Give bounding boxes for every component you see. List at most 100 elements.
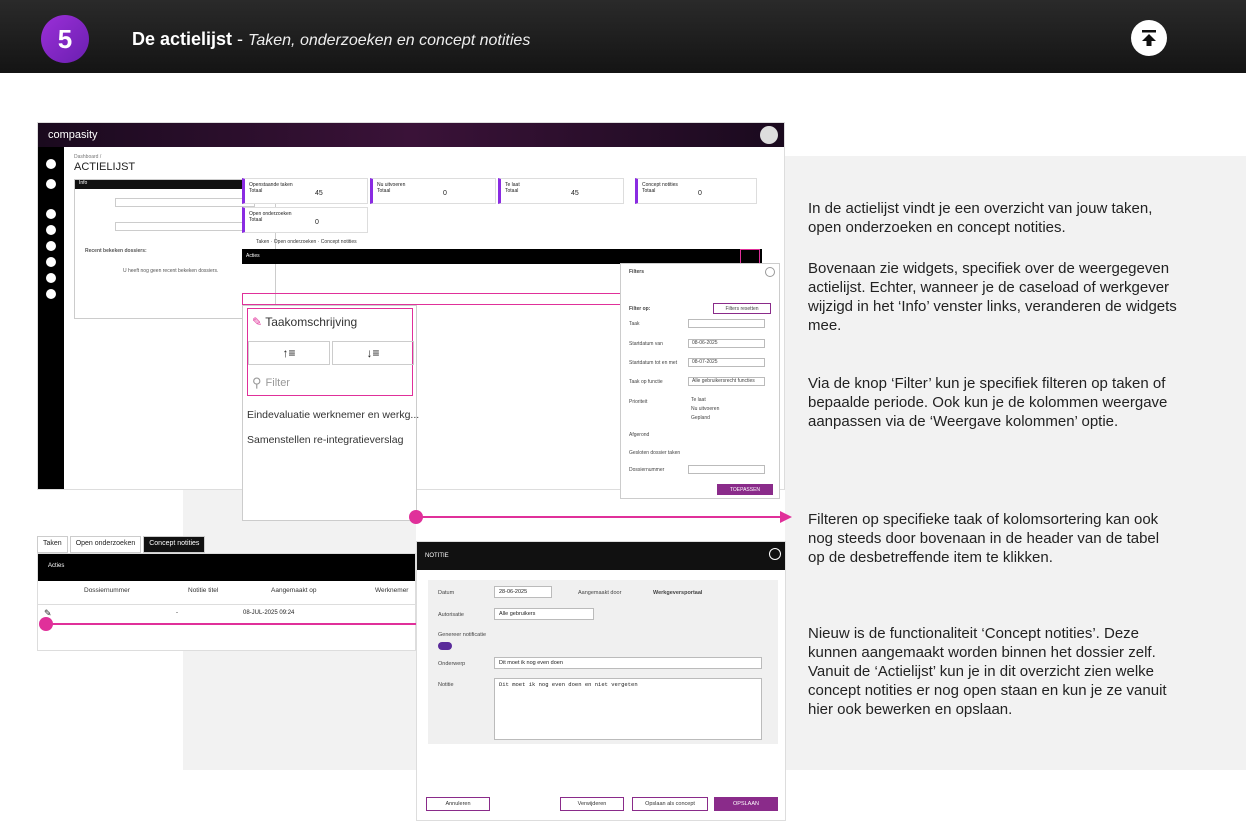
app-topbar: compasity (38, 123, 784, 147)
priority-checkbox[interactable]: Te laat (691, 397, 706, 403)
column-panel-header: ✎ Taakomschrijving ↑≡ ↓≡ ⚲ Filter (247, 308, 414, 396)
actions-menu[interactable]: Acties (38, 554, 415, 581)
employer-select[interactable] (115, 198, 255, 207)
list-item[interactable]: Eindevaluatie werknemer en werkg... (247, 409, 419, 421)
note-form: Datum 28-06-2025 Aangemaakt door Werkgev… (428, 580, 778, 744)
pointer-line (416, 516, 786, 518)
widget-sub: Totaal (249, 188, 263, 194)
closed-dossier-label: Gesloten dossier taken (629, 450, 681, 456)
close-icon[interactable] (769, 548, 781, 560)
startdate-to-field[interactable]: 08-07-2025 (688, 358, 765, 367)
auth-label: Autorisatie (438, 612, 464, 618)
filters-title: Filters (629, 269, 645, 275)
nav-icon-tasks[interactable] (46, 225, 56, 235)
list-item[interactable]: Samenstellen re-integratieverslag (247, 434, 403, 446)
widget-value: 0 (443, 190, 447, 197)
title-italic: Taken, onderzoeken en concept notities (248, 32, 531, 49)
paragraph-intro: In de actielijst vindt je een overzicht … (808, 200, 1153, 236)
taak-select[interactable] (688, 319, 765, 328)
datum-field[interactable]: 28-06-2025 (494, 586, 552, 598)
nav-icon-people[interactable] (46, 179, 56, 189)
widget-open-tasks[interactable]: Openstaande taken Totaal 45 (242, 178, 368, 204)
column-title: Taakomschrijving (265, 315, 358, 329)
widget-value: 45 (315, 190, 323, 197)
dossier-number-field[interactable] (688, 465, 765, 474)
nav-icon-user[interactable] (46, 273, 56, 283)
row-title: - (176, 610, 178, 616)
table-row[interactable]: ✎ - 08-JUL-2025 09:24 (38, 604, 417, 622)
header-bar: 5 De actielijst - Taken, onderzoeken en … (0, 0, 1246, 73)
nav-icon-reports[interactable] (46, 257, 56, 267)
note-textarea[interactable]: Dit moet ik nog even doen en niet verget… (494, 678, 762, 740)
tab-taken[interactable]: Taken (37, 536, 68, 553)
caseload-select[interactable] (115, 222, 255, 231)
sort-descending-button[interactable]: ↓≡ (332, 341, 414, 365)
note-dialog-title: NOTITIE (417, 542, 785, 570)
widget-nu-uitvoeren[interactable]: Nu uitvoeren Totaal 0 (370, 178, 496, 204)
column-aangemaakt-op[interactable]: Aangemaakt op (271, 587, 317, 594)
tab-open-onderzoeken[interactable]: Open onderzoeken (274, 239, 317, 245)
column-header-highlight[interactable] (242, 293, 622, 305)
column-dossiernummer[interactable]: Dossiernummer (84, 587, 130, 594)
nav-icon-dossier[interactable] (46, 209, 56, 219)
arrow-up-to-line-icon[interactable] (1131, 20, 1167, 56)
actions-menu[interactable]: Acties (246, 253, 260, 259)
paragraph-concept: Nieuw is de functionaliteit ‘Concept not… (808, 625, 1167, 718)
paragraph-filter: Via de knop ‘Filter’ kun je specifiek fi… (808, 375, 1168, 430)
auth-select[interactable]: Alle gebruikers (494, 608, 594, 620)
avatar[interactable] (760, 126, 778, 144)
filter-taak-label: Taak (629, 321, 640, 327)
save-concept-button[interactable]: Opslaan als concept (632, 797, 708, 811)
tab-concept-notities[interactable]: Concept notities (143, 536, 206, 553)
widget-sub: Totaal (505, 188, 519, 194)
table-actions-bar: Acties (242, 249, 762, 264)
nav-icon-settings[interactable] (46, 289, 56, 299)
subject-field[interactable]: Dit moet ik nog even doen (494, 657, 762, 669)
startdate-from-field[interactable]: 08-06-2025 (688, 339, 765, 348)
column-werknemer[interactable]: Werknemer (375, 587, 408, 594)
filter-button[interactable] (740, 249, 760, 264)
nav-icon-calendar[interactable] (46, 241, 56, 251)
recent-title: Recent bekeken dossiers: (85, 248, 147, 254)
pointer-line (46, 623, 430, 625)
delete-button[interactable]: Verwijderen (560, 797, 624, 811)
reset-filters-button[interactable]: Filters resetten (713, 303, 771, 314)
widget-sub: Totaal (249, 217, 263, 223)
widget-sub: Totaal (377, 188, 391, 194)
dossier-number-label: Dossiernummer (629, 467, 665, 473)
row-created: 08-JUL-2025 09:24 (243, 610, 295, 616)
step-badge: 5 (41, 15, 89, 63)
tab-concept-notities[interactable]: Concept notities (321, 239, 357, 245)
sort-ascending-button[interactable]: ↑≡ (248, 341, 330, 365)
screen-title: ACTIELIJST (74, 161, 136, 173)
created-by-label: Aangemaakt door (578, 590, 622, 596)
widget-open-onderzoeken[interactable]: Open onderzoeken Totaal 0 (242, 207, 368, 233)
datum-label: Datum (438, 590, 455, 596)
breadcrumb[interactable]: Dashboard / (74, 154, 101, 160)
tab-open-onderzoeken[interactable]: Open onderzoeken (69, 536, 142, 553)
save-button[interactable]: OPSLAAN (714, 797, 778, 811)
widget-concept-notities[interactable]: Concept notities Totaal 0 (635, 178, 757, 204)
tab-taken[interactable]: Taken (256, 239, 269, 245)
brand-logo: compasity (48, 129, 98, 141)
priority-checkbox[interactable]: Gepland (691, 415, 710, 421)
nav-icon-home[interactable] (46, 159, 56, 169)
column-notitie-titel[interactable]: Notitie titel (188, 587, 218, 594)
concept-table: Acties Dossiernummer Notitie titel Aange… (37, 553, 417, 651)
cancel-button[interactable]: Annuleren (426, 797, 490, 811)
widget-sub: Totaal (642, 188, 656, 194)
close-icon[interactable] (765, 267, 775, 277)
column-filter-input[interactable]: ⚲ Filter (248, 371, 412, 395)
title-separator: - (232, 29, 249, 49)
priority-checkbox[interactable]: Nu uitvoeren (691, 406, 719, 412)
task-function-label: Taak op functie (629, 379, 663, 385)
paragraph-sorting: Filteren op specifieke taak of kolomsort… (808, 511, 1160, 566)
task-function-select[interactable]: Alle gebruikersrecht functies (688, 377, 765, 386)
recent-empty: U heeft nog geen recent bekeken dossiers… (123, 268, 219, 274)
priority-label: Prioriteit (629, 399, 648, 405)
search-icon: ⚲ (252, 375, 262, 390)
widget-te-laat[interactable]: Te laat Totaal 45 (498, 178, 624, 204)
notify-toggle[interactable] (438, 642, 452, 650)
apply-button[interactable]: TOEPASSEN (717, 484, 773, 495)
page-title: De actielijst - Taken, onderzoeken en co… (132, 29, 530, 50)
